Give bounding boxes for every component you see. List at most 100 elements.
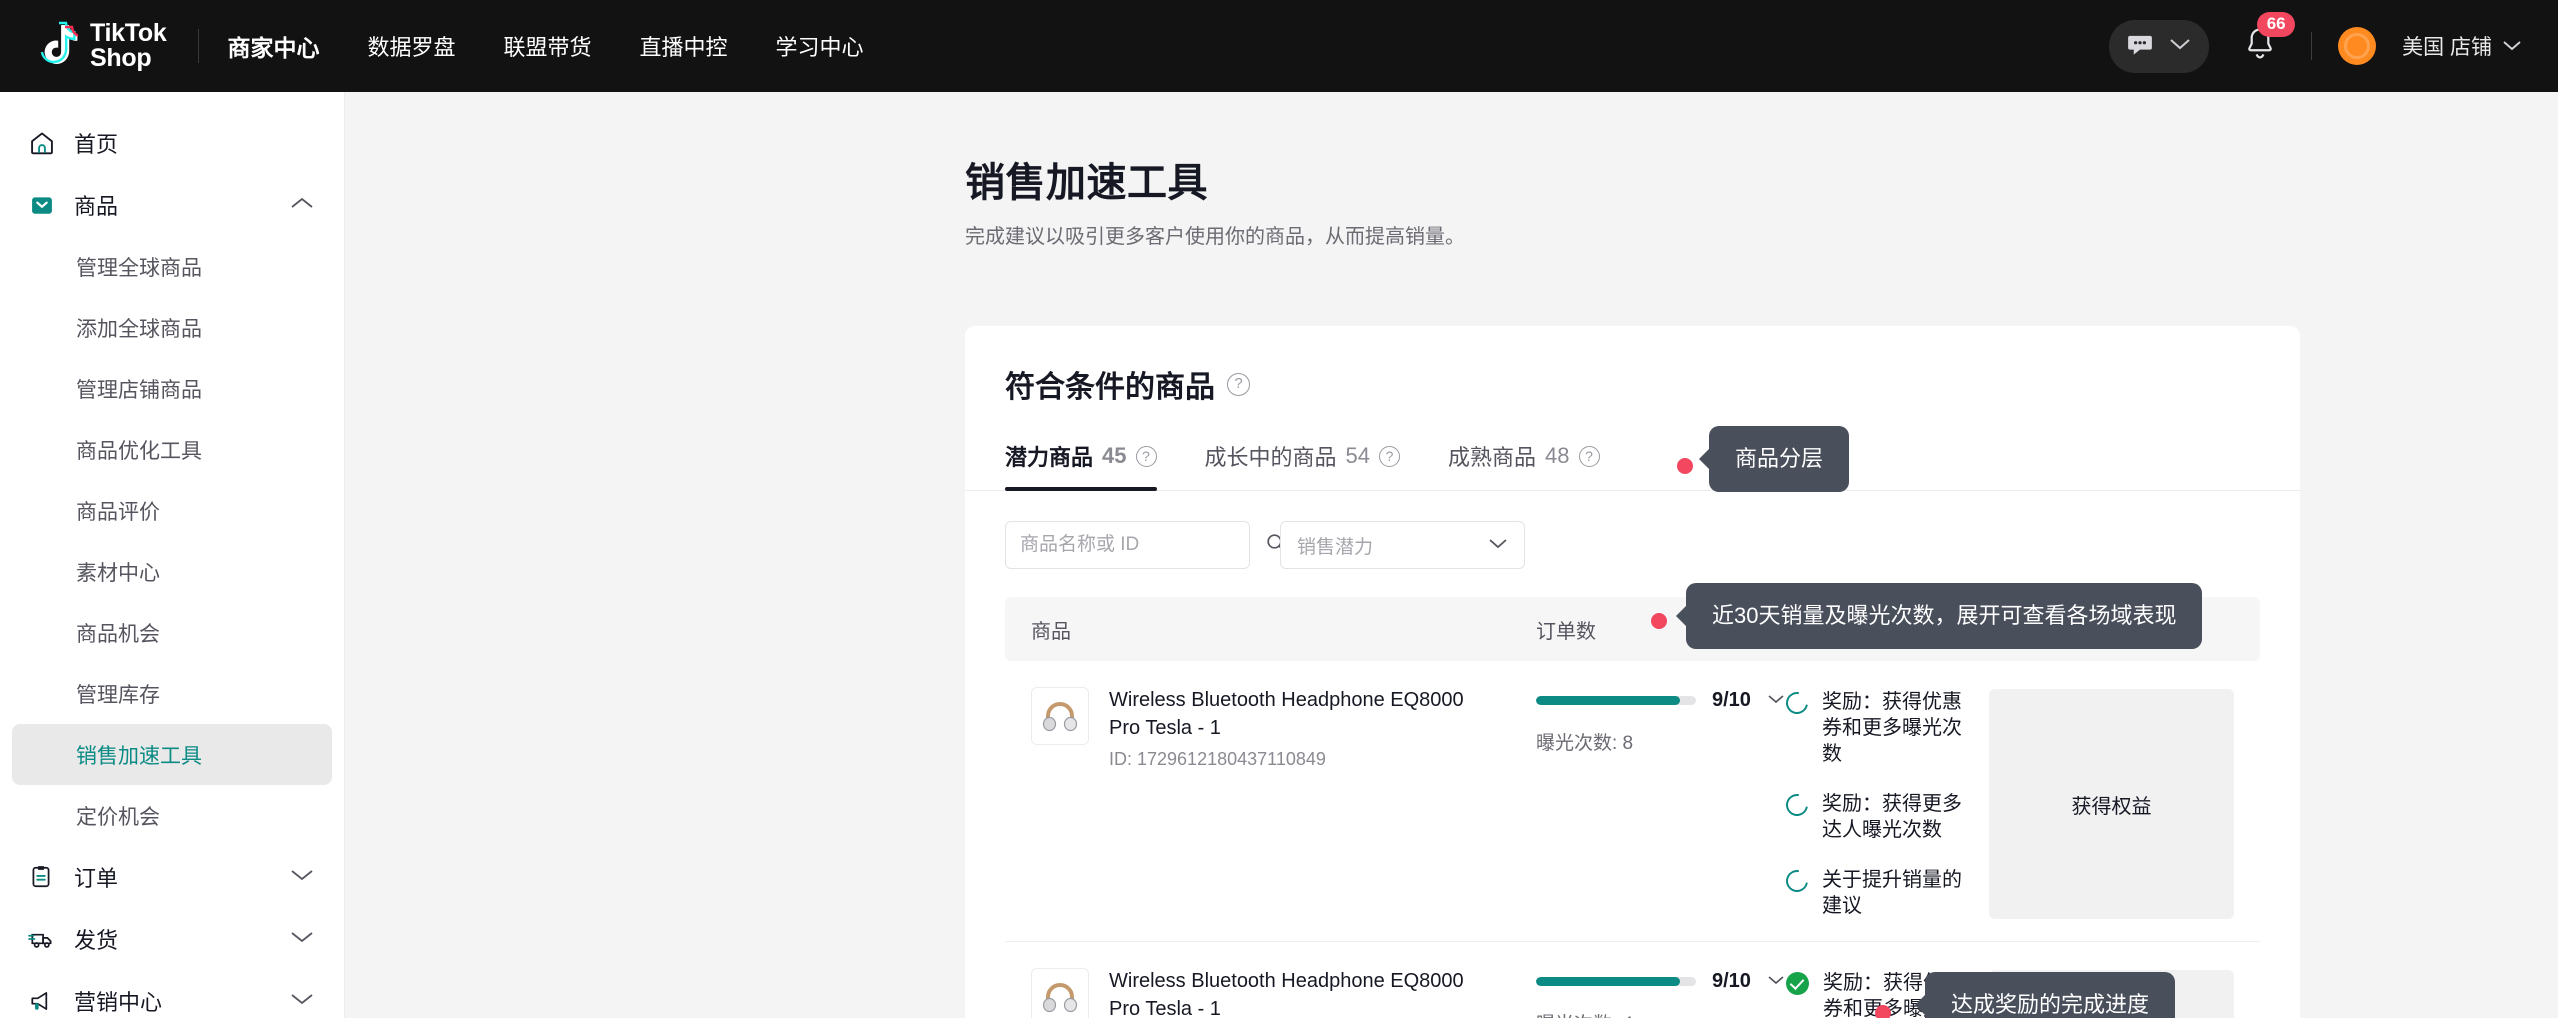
- logo-wordmark: TikTok Shop: [90, 18, 167, 72]
- claim-benefit-button[interactable]: 获得权益: [1989, 689, 2234, 919]
- logo-line-1: TikTok: [90, 18, 167, 47]
- sidebar: 首页 商品 管理全球商品 添加全球商品 管理店铺商品 商品优化工具 商品评价 素…: [0, 92, 345, 1018]
- sidebar-group-orders[interactable]: 订单: [0, 846, 344, 908]
- product-thumbnail: [1031, 968, 1089, 1018]
- sidebar-item-manage-inventory[interactable]: 管理库存: [0, 663, 332, 724]
- nav-item-data-compass[interactable]: 数据罗盘: [367, 30, 455, 62]
- coach-mark-product-tier[interactable]: 商品分层: [1709, 426, 1850, 493]
- page-body: 首页 商品 管理全球商品 添加全球商品 管理店铺商品 商品优化工具 商品评价 素…: [0, 92, 2558, 1018]
- orders-progress-bar: [1536, 977, 1696, 986]
- task-item[interactable]: 关于提升销量的建议: [1781, 865, 1974, 919]
- sidebar-item-product-reviews[interactable]: 商品评价: [0, 480, 332, 541]
- action-cell: 获得权益: [1974, 687, 2234, 919]
- tab-count: 54: [1345, 443, 1370, 468]
- help-icon[interactable]: ?: [1135, 445, 1157, 467]
- chevron-down-icon: [290, 992, 314, 1011]
- product-cell: Wireless Bluetooth Headphone EQ8000 Pro …: [1031, 687, 1536, 919]
- logo-line-2: Shop: [90, 44, 152, 72]
- product-search-box[interactable]: [1005, 521, 1286, 569]
- chat-menu-button[interactable]: [2109, 19, 2210, 73]
- task-item[interactable]: 奖励：获得更多达人曝光次数: [1781, 789, 1974, 843]
- select-value: 销售潜力: [1297, 536, 1374, 558]
- sidebar-products-label: 商品: [74, 194, 119, 219]
- card-title-row: 符合条件的商品 ?: [965, 362, 2300, 406]
- coach-mark-reward-progress[interactable]: 达成奖励的完成进度: [1925, 972, 2176, 1018]
- eligible-products-card: 符合条件的商品 ? 潜力商品 45 ? 成长中的商品 54 ? 成熟商品 48 …: [965, 326, 2300, 1018]
- coach-mark-sales-impressions[interactable]: 近30天销量及曝光次数，展开可查看各场域表现: [1686, 583, 2203, 650]
- tab-label: 成长中的商品: [1204, 445, 1337, 470]
- sidebar-item-creative-center[interactable]: 素材中心: [0, 541, 332, 602]
- sidebar-item-pricing-opportunities[interactable]: 定价机会: [0, 785, 332, 846]
- clipboard-icon: [28, 864, 62, 890]
- sidebar-group-products[interactable]: 商品: [0, 174, 344, 236]
- orders-progress-value: 9/10: [1712, 689, 1751, 711]
- tasks-cell: 奖励：获得优惠券和更多曝光次数 奖励：获得更多达人曝光次数 关于提升销量的建议: [1781, 687, 1974, 919]
- filter-row: 销售潜力: [965, 521, 2300, 569]
- table-row: Wireless Bluetooth Headphone EQ8000 Pro …: [1005, 661, 2260, 942]
- shop-switcher[interactable]: 美国 店铺: [2402, 31, 2522, 61]
- product-thumbnail: [1031, 687, 1089, 745]
- sidebar-item-add-global-products[interactable]: 添加全球商品: [0, 297, 332, 358]
- sidebar-item-home[interactable]: 首页: [0, 112, 344, 174]
- product-name[interactable]: Wireless Bluetooth Headphone EQ8000 Pro …: [1109, 687, 1489, 742]
- megaphone-icon: [28, 988, 62, 1014]
- tab-mature-products[interactable]: 成熟商品 48 ?: [1448, 440, 1600, 490]
- product-tier-tabs: 潜力商品 45 ? 成长中的商品 54 ? 成熟商品 48 ?: [965, 440, 2300, 491]
- chevron-down-icon[interactable]: [1767, 692, 1785, 710]
- sidebar-marketing-label: 营销中心: [74, 990, 163, 1015]
- card-title: 符合条件的商品: [1005, 371, 1215, 404]
- topbar-separator: [2311, 32, 2313, 60]
- sidebar-item-product-opportunities[interactable]: 商品机会: [0, 602, 332, 663]
- help-icon[interactable]: ?: [1379, 445, 1400, 467]
- tab-growing-products[interactable]: 成长中的商品 54 ?: [1204, 440, 1400, 490]
- nav-item-affiliate[interactable]: 联盟带货: [503, 30, 591, 62]
- tab-count: 45: [1102, 443, 1127, 468]
- sidebar-item-manage-shop-products[interactable]: 管理店铺商品: [0, 358, 332, 419]
- shop-name-label: 美国 店铺: [2402, 36, 2492, 59]
- column-header-product: 商品: [1031, 620, 1071, 643]
- nav-item-live-control[interactable]: 直播中控: [640, 30, 728, 62]
- chevron-down-icon[interactable]: [1767, 973, 1785, 991]
- sidebar-item-sales-accelerator[interactable]: 销售加速工具: [12, 724, 332, 785]
- task-label: 关于提升销量的建议: [1822, 869, 1962, 917]
- check-circle-icon: [1786, 972, 1809, 995]
- tab-label: 成熟商品: [1448, 445, 1537, 470]
- search-input[interactable]: [1020, 534, 1265, 556]
- page-header: 销售加速工具 完成建议以吸引更多客户使用你的商品，从而提高销量。: [345, 150, 2558, 249]
- task-item[interactable]: 奖励：获得优惠券和更多曝光次数: [1781, 687, 1974, 767]
- top-navigation-bar: TikTok Shop 商家中心 数据罗盘 联盟带货 直播中控 学习中心 66 …: [0, 0, 2558, 92]
- coach-mark-dot: [1651, 613, 1667, 629]
- shop-bag-icon: [28, 191, 62, 219]
- sidebar-shipping-label: 发货: [74, 928, 119, 953]
- sidebar-item-manage-global-products[interactable]: 管理全球商品: [0, 236, 332, 297]
- pending-circle-icon: [1781, 865, 1813, 897]
- help-icon[interactable]: ?: [1227, 372, 1250, 396]
- sidebar-group-marketing[interactable]: 营销中心: [0, 970, 344, 1018]
- product-info: Wireless Bluetooth Headphone EQ8000 Pro …: [1109, 968, 1489, 1018]
- home-icon: [28, 129, 62, 157]
- tab-label: 潜力商品: [1005, 445, 1094, 470]
- nav-divider: [198, 29, 200, 63]
- notifications-button[interactable]: 66: [2235, 11, 2296, 71]
- sales-potential-select[interactable]: 销售潜力: [1280, 521, 1525, 569]
- avatar[interactable]: [2338, 27, 2377, 65]
- pending-circle-icon: [1781, 789, 1813, 821]
- chat-bubble-icon: [2125, 29, 2155, 64]
- sidebar-home-label: 首页: [74, 132, 119, 157]
- chevron-down-icon: [290, 868, 314, 887]
- notification-badge: 66: [2257, 11, 2296, 37]
- top-nav-items: 商家中心 数据罗盘 联盟带货 直播中控 学习中心: [227, 29, 863, 63]
- coach-mark-dot: [1875, 1005, 1891, 1018]
- product-info: Wireless Bluetooth Headphone EQ8000 Pro …: [1109, 687, 1489, 919]
- orders-progress-row: 9/10: [1536, 970, 1786, 993]
- product-name[interactable]: Wireless Bluetooth Headphone EQ8000 Pro …: [1109, 968, 1489, 1018]
- nav-item-seller-center[interactable]: 商家中心: [227, 29, 319, 63]
- help-icon[interactable]: ?: [1578, 445, 1600, 467]
- sidebar-group-shipping[interactable]: 发货: [0, 908, 344, 970]
- pending-circle-icon: [1781, 687, 1813, 719]
- chevron-up-icon: [290, 196, 314, 215]
- sidebar-item-product-optimization[interactable]: 商品优化工具: [0, 419, 332, 480]
- tab-potential-products[interactable]: 潜力商品 45 ?: [1005, 440, 1157, 491]
- tiktok-shop-logo[interactable]: TikTok Shop: [32, 18, 167, 72]
- nav-item-learning-center[interactable]: 学习中心: [776, 30, 864, 62]
